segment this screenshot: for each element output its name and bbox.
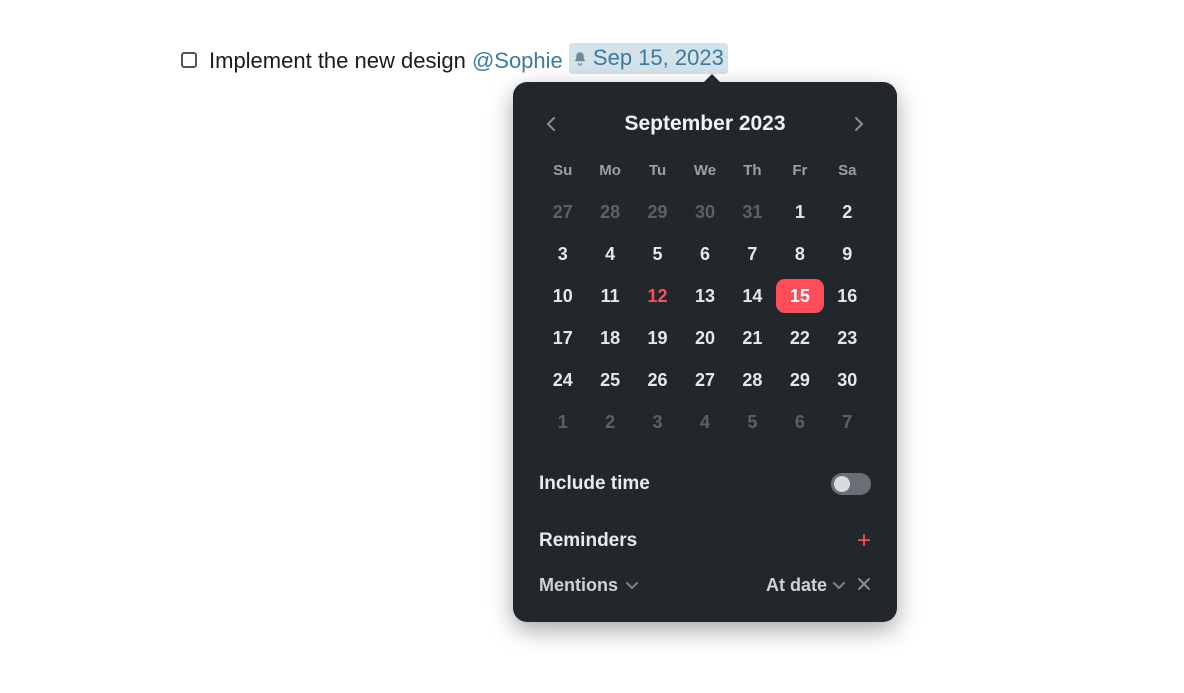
calendar-day[interactable]: 2 bbox=[586, 405, 633, 439]
chevron-left-icon bbox=[545, 117, 557, 131]
calendar-weekday: Fr bbox=[776, 162, 823, 187]
close-icon bbox=[857, 577, 871, 591]
add-reminder-button[interactable]: + bbox=[857, 529, 871, 553]
calendar-weekday: Mo bbox=[586, 162, 633, 187]
calendar-day[interactable]: 12 bbox=[634, 279, 681, 313]
calendar-day[interactable]: 2 bbox=[824, 195, 871, 229]
calendar-header: September 2023 bbox=[539, 112, 871, 136]
calendar-weekday: Th bbox=[729, 162, 776, 187]
calendar-weekday: We bbox=[681, 162, 728, 187]
calendar-day[interactable]: 7 bbox=[729, 237, 776, 271]
reminders-heading: Reminders bbox=[539, 530, 637, 552]
remove-reminder-button[interactable] bbox=[857, 576, 871, 596]
chevron-down-icon bbox=[626, 581, 638, 591]
calendar-day[interactable]: 19 bbox=[634, 321, 681, 355]
calendar-day[interactable]: 14 bbox=[729, 279, 776, 313]
calendar-day[interactable]: 8 bbox=[776, 237, 823, 271]
task-plain-text: Implement the new design bbox=[209, 48, 472, 73]
calendar-day[interactable]: 6 bbox=[681, 237, 728, 271]
calendar-day[interactable]: 15 bbox=[776, 279, 823, 313]
include-time-row: Include time bbox=[539, 473, 871, 495]
calendar-day[interactable]: 5 bbox=[634, 237, 681, 271]
calendar-day[interactable]: 13 bbox=[681, 279, 728, 313]
chevron-down-icon bbox=[833, 581, 845, 591]
task-line: Implement the new design @Sophie Sep 15,… bbox=[181, 43, 728, 75]
bell-icon bbox=[571, 50, 589, 68]
task-date-chip[interactable]: Sep 15, 2023 bbox=[569, 43, 728, 74]
calendar-day[interactable]: 16 bbox=[824, 279, 871, 313]
calendar-weekday: Tu bbox=[634, 162, 681, 187]
chevron-right-icon bbox=[853, 117, 865, 131]
calendar-day[interactable]: 29 bbox=[776, 363, 823, 397]
calendar-grid: SuMoTuWeThFrSa27282930311234567891011121… bbox=[539, 162, 871, 439]
calendar-day[interactable]: 28 bbox=[729, 363, 776, 397]
calendar-day[interactable]: 30 bbox=[681, 195, 728, 229]
calendar-day[interactable]: 29 bbox=[634, 195, 681, 229]
task-text[interactable]: Implement the new design @Sophie Sep 15,… bbox=[209, 43, 728, 75]
calendar-day[interactable]: 21 bbox=[729, 321, 776, 355]
calendar-day[interactable]: 5 bbox=[729, 405, 776, 439]
calendar-day[interactable]: 28 bbox=[586, 195, 633, 229]
calendar-day[interactable]: 6 bbox=[776, 405, 823, 439]
calendar-day[interactable]: 31 bbox=[729, 195, 776, 229]
reminders-heading-row: Reminders + bbox=[539, 529, 871, 553]
calendar-day[interactable]: 11 bbox=[586, 279, 633, 313]
calendar-day[interactable]: 9 bbox=[824, 237, 871, 271]
calendar-day[interactable]: 30 bbox=[824, 363, 871, 397]
calendar-day[interactable]: 17 bbox=[539, 321, 586, 355]
task-mention[interactable]: @Sophie bbox=[472, 48, 563, 73]
calendar-day[interactable]: 20 bbox=[681, 321, 728, 355]
calendar-day[interactable]: 4 bbox=[586, 237, 633, 271]
calendar-day[interactable]: 1 bbox=[776, 195, 823, 229]
task-date-text: Sep 15, 2023 bbox=[593, 44, 724, 73]
calendar-day[interactable]: 10 bbox=[539, 279, 586, 313]
reminder-when-select[interactable]: At date bbox=[766, 575, 845, 596]
prev-month-button[interactable] bbox=[539, 113, 563, 135]
date-picker-popover: September 2023 SuMoTuWeThFrSa27282930311… bbox=[513, 82, 897, 622]
calendar-weekday: Sa bbox=[824, 162, 871, 187]
reminder-target-select[interactable]: Mentions bbox=[539, 575, 638, 596]
reminder-target-label: Mentions bbox=[539, 575, 618, 596]
calendar-day[interactable]: 7 bbox=[824, 405, 871, 439]
calendar-day[interactable]: 4 bbox=[681, 405, 728, 439]
calendar-day[interactable]: 1 bbox=[539, 405, 586, 439]
reminder-when-label: At date bbox=[766, 575, 827, 596]
calendar-day[interactable]: 27 bbox=[539, 195, 586, 229]
calendar-day[interactable]: 25 bbox=[586, 363, 633, 397]
task-checkbox[interactable] bbox=[181, 52, 197, 68]
include-time-label: Include time bbox=[539, 473, 650, 495]
include-time-toggle[interactable] bbox=[831, 473, 871, 495]
calendar-day[interactable]: 18 bbox=[586, 321, 633, 355]
calendar-day[interactable]: 3 bbox=[634, 405, 681, 439]
calendar-day[interactable]: 3 bbox=[539, 237, 586, 271]
calendar-day[interactable]: 27 bbox=[681, 363, 728, 397]
reminder-row: Mentions At date bbox=[539, 575, 871, 596]
calendar-day[interactable]: 23 bbox=[824, 321, 871, 355]
calendar-weekday: Su bbox=[539, 162, 586, 187]
calendar-day[interactable]: 26 bbox=[634, 363, 681, 397]
calendar-title: September 2023 bbox=[624, 112, 785, 136]
next-month-button[interactable] bbox=[847, 113, 871, 135]
calendar-day[interactable]: 22 bbox=[776, 321, 823, 355]
calendar-day[interactable]: 24 bbox=[539, 363, 586, 397]
